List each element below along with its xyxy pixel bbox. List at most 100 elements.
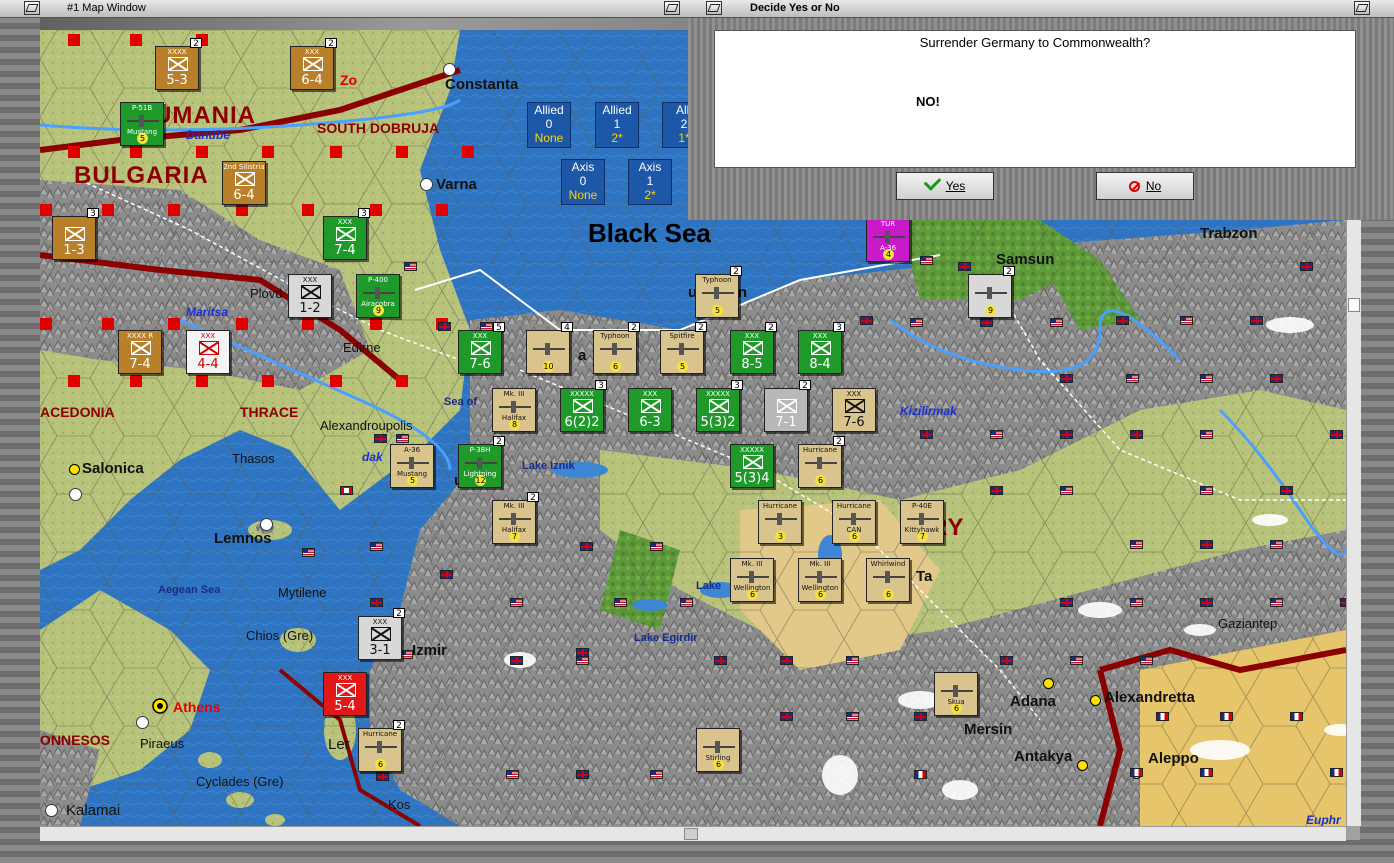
sea-aegean: Aegean Sea: [158, 584, 221, 596]
land-unit-counter[interactable]: XXX 7-4 3: [323, 208, 370, 260]
air-unit-counter[interactable]: 6 Stirling: [696, 728, 740, 772]
land-unit-counter[interactable]: 7-1 2: [764, 380, 811, 432]
control-flag-icon: [1200, 374, 1213, 383]
aircraft-icon: [805, 571, 837, 583]
control-flag-icon: [374, 434, 387, 443]
land-unit-counter[interactable]: XXXXX 5(3)2 3: [696, 380, 743, 432]
land-unit-counter[interactable]: XXX 5-4: [323, 672, 367, 716]
counter-unit-designation: XXXXX: [740, 446, 764, 454]
counter-unit-designation: P-40E: [912, 502, 932, 510]
counter-strength: 3: [775, 531, 786, 542]
air-unit-counter[interactable]: A-36 5 Mustang: [390, 444, 434, 488]
strait-dardanelles: dak: [362, 450, 383, 464]
land-unit-counter[interactable]: XXX 7-6: [832, 388, 876, 432]
air-unit-counter[interactable]: Mk. III 6 Wellington: [798, 558, 842, 602]
dialog-menu-icon[interactable]: [706, 1, 722, 15]
horizontal-scrollbar[interactable]: [40, 826, 1346, 841]
control-flag-icon: [396, 434, 409, 443]
horizontal-scroll-thumb[interactable]: [684, 828, 698, 840]
air-unit-counter[interactable]: Whirlwind 6: [866, 558, 910, 602]
air-unit-counter[interactable]: Mk. III 6 Wellington: [730, 558, 774, 602]
air-unit-counter[interactable]: P-400 9 Airacobra: [356, 274, 400, 318]
counter-aircraft-name: Wellington: [801, 584, 839, 592]
pool-value: 1: [613, 117, 621, 131]
control-flag-icon: [340, 486, 353, 495]
land-unit-counter[interactable]: XXX 4-4: [186, 330, 230, 374]
counter-unit-designation: Hurricane: [802, 446, 838, 454]
land-unit-counter[interactable]: 2nd Silistria 6-4: [222, 161, 266, 205]
air-unit-counter[interactable]: Hurricane 6 2: [798, 436, 845, 488]
sea-label-black-sea: Black Sea: [588, 218, 711, 248]
counter-stack-count: 5: [493, 322, 505, 333]
counter-aircraft-name: Wellington: [733, 584, 771, 592]
air-unit-counter[interactable]: Mk. III 7 Halifax 2: [492, 492, 539, 544]
air-unit-counter[interactable]: P-40E 7 Kittyhawk: [900, 500, 944, 544]
air-unit-counter[interactable]: Spitfire 5 2: [660, 322, 707, 374]
counter-aircraft-name: CAN: [846, 526, 862, 534]
land-unit-counter[interactable]: XXX 6-3: [628, 388, 672, 432]
counter-strength: 5: [677, 361, 688, 372]
city-constanta: Constanta: [445, 76, 519, 93]
control-flag-icon: [1130, 598, 1143, 607]
control-flag-icon: [714, 656, 727, 665]
dialog-minimize-icon[interactable]: [1354, 1, 1370, 15]
land-unit-counter[interactable]: XXX 1-2: [288, 274, 332, 318]
vertical-scroll-thumb[interactable]: [1348, 298, 1360, 312]
air-unit-counter[interactable]: 6 Skua: [934, 672, 978, 716]
air-unit-counter[interactable]: 92: [968, 266, 1015, 318]
counter-unit-designation: XXX: [337, 218, 353, 226]
land-unit-counter[interactable]: XXX 7-6 5: [458, 322, 505, 374]
aircraft-icon: [839, 513, 871, 525]
pool-axis-2[interactable]: Axis 1 2*: [628, 159, 672, 205]
counter-stack-count: 2: [628, 322, 640, 333]
infantry-symbol-icon: [303, 57, 323, 71]
window-menu-icon[interactable]: [24, 1, 40, 15]
land-unit-counter[interactable]: XXX 8-4 3: [798, 322, 845, 374]
air-unit-counter[interactable]: Mk. III 8 Halifax: [492, 388, 536, 432]
air-unit-counter[interactable]: TUR 4 A-36: [866, 218, 910, 262]
land-unit-counter[interactable]: XXXX R 7-4: [118, 330, 162, 374]
counter-unit-designation: Mk. III: [809, 560, 831, 568]
pool-axis-1[interactable]: Axis 0 None: [561, 159, 605, 205]
island-chios: Chios (Gre): [246, 628, 314, 643]
air-unit-counter[interactable]: P-38H 12 Lightning 2: [458, 436, 505, 488]
city-antakya: Antakya: [1014, 748, 1073, 765]
land-unit-counter[interactable]: XXX 3-1 2: [358, 608, 405, 660]
no-button[interactable]: No: [1096, 172, 1194, 200]
map-window-titlebar[interactable]: #1 Map Window: [0, 0, 688, 18]
counter-strength: 7-4: [129, 357, 151, 372]
yes-button[interactable]: Yes: [896, 172, 994, 200]
counter-unit-designation: XXX: [846, 390, 862, 398]
counter-unit-designation: XXX: [304, 48, 320, 56]
pool-allied-1[interactable]: Allied 0 None: [527, 102, 571, 148]
pool-value: 0: [579, 174, 587, 188]
city-kalamai: Kalamai: [66, 802, 121, 819]
counter-strength: 7-6: [469, 357, 491, 372]
land-unit-counter[interactable]: XXXXX 5(3)4: [730, 444, 774, 488]
air-unit-counter[interactable]: Hurricane 6 2: [358, 720, 405, 772]
land-unit-counter[interactable]: XXXX 5-3 2: [155, 38, 202, 90]
minimize-icon[interactable]: [664, 1, 680, 15]
dialog-titlebar[interactable]: Decide Yes or No: [688, 0, 1394, 18]
land-unit-counter[interactable]: XXXXX 6(2)2 3: [560, 380, 607, 432]
air-unit-counter[interactable]: P-51B 5 Mustang: [120, 102, 164, 146]
counter-unit-designation: XXX: [472, 332, 488, 340]
infantry-symbol-icon: [235, 172, 255, 186]
control-flag-icon: [920, 430, 933, 439]
control-flag-icon: [650, 770, 663, 779]
air-unit-counter[interactable]: Typhoon 5 2: [695, 266, 742, 318]
air-unit-counter[interactable]: 10 4: [526, 322, 573, 374]
dialog-answer: NO!: [916, 94, 940, 109]
infantry-symbol-icon: [811, 341, 831, 355]
air-unit-counter[interactable]: Hurricane 6 CAN: [832, 500, 876, 544]
land-unit-counter[interactable]: 1-3 3: [52, 208, 99, 260]
pool-allied-2[interactable]: Allied 1 2*: [595, 102, 639, 148]
land-unit-counter[interactable]: XXX 8-5 2: [730, 322, 777, 374]
air-unit-counter[interactable]: Hurricane 3: [758, 500, 802, 544]
control-flag-icon: [1060, 430, 1073, 439]
counter-unit-designation: Mk. III: [503, 390, 525, 398]
counter-strength: 5(3)2: [700, 415, 736, 430]
air-unit-counter[interactable]: Typhoon 6 2: [593, 322, 640, 374]
land-unit-counter[interactable]: XXX 6-4 2: [290, 38, 337, 90]
control-flag-icon: [1300, 262, 1313, 271]
